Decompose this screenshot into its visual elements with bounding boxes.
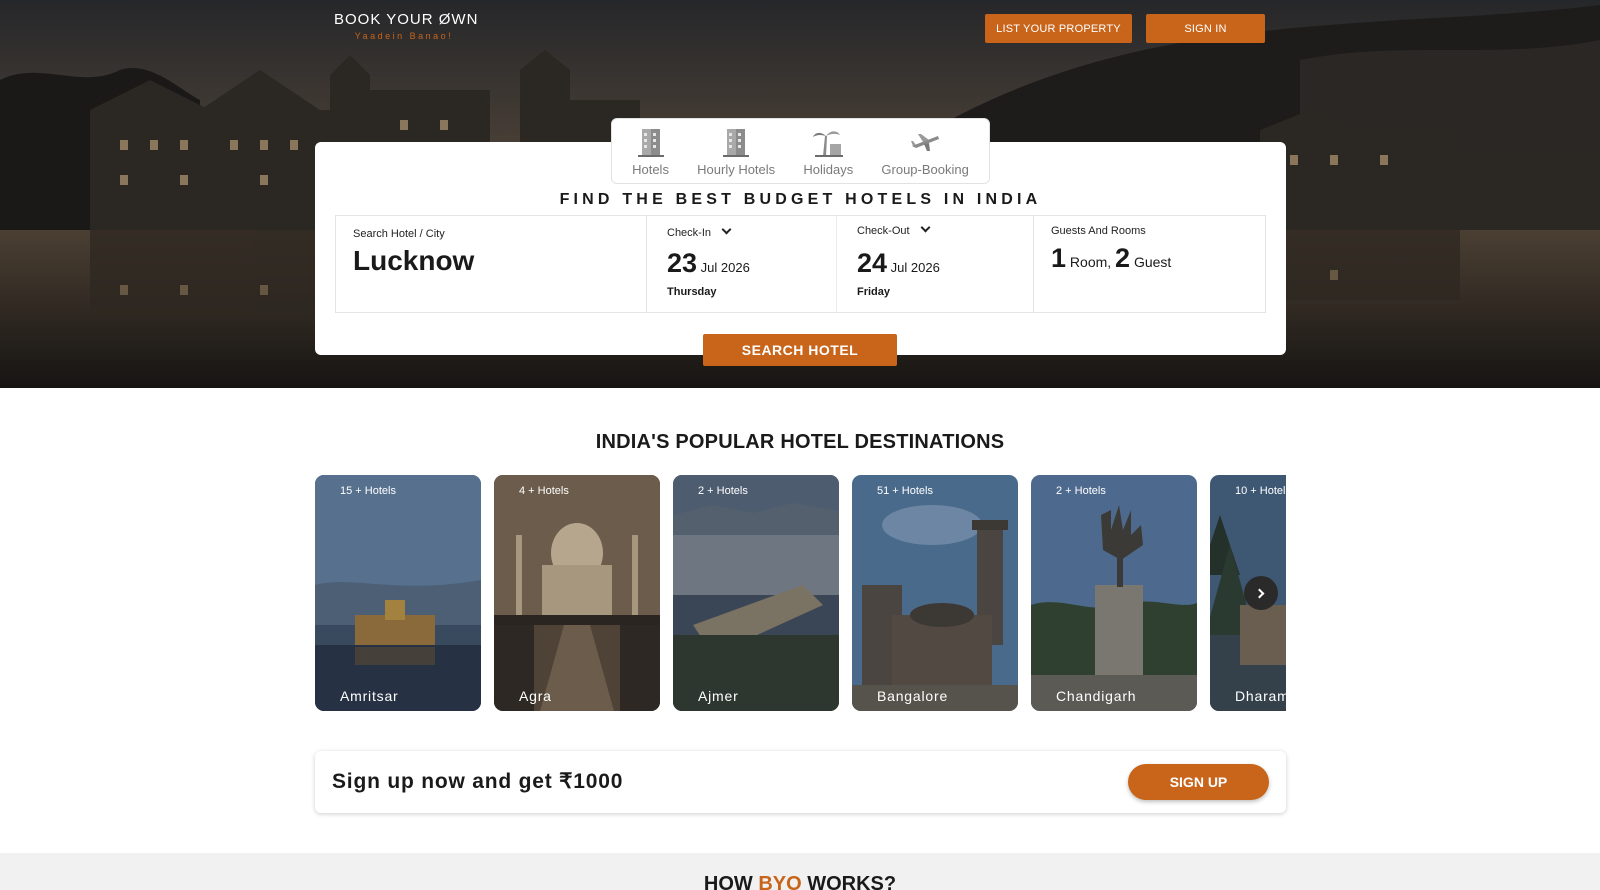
sign-in-button[interactable]: SIGN IN: [1146, 14, 1265, 43]
destination-card-amritsar[interactable]: 15 + Hotels Amritsar: [315, 475, 481, 711]
how-it-works-section: HOW BYO WORKS?: [0, 853, 1600, 890]
destination-count: 4 + Hotels: [519, 485, 569, 497]
tab-hourly-hotels[interactable]: Hourly Hotels: [697, 126, 775, 177]
airplane-icon: [911, 134, 940, 151]
brand-tagline: Yaadein Banao!: [354, 31, 454, 41]
tab-group-booking-label: Group-Booking: [881, 162, 969, 177]
destination-count: 51 + Hotels: [877, 485, 933, 497]
amritsar-image: [315, 475, 481, 711]
chevron-right-icon: [1254, 588, 1265, 598]
signup-banner: Sign up now and get ₹1000 SIGN UP: [315, 751, 1286, 813]
search-heading: FIND THE BEST BUDGET HOTELS IN INDIA: [559, 191, 1042, 208]
checkin-date: 23 Jul 2026: [667, 248, 750, 279]
sign-up-button[interactable]: SIGN UP: [1128, 764, 1269, 800]
ajmer-image: [673, 475, 839, 711]
guests-label: Guests And Rooms: [1051, 225, 1146, 237]
city-input[interactable]: Lucknow: [353, 245, 474, 277]
tab-hotels-label: Hotels: [632, 162, 669, 177]
search-hotel-button[interactable]: SEARCH HOTEL: [703, 334, 897, 366]
chandigarh-image: [1031, 475, 1197, 711]
bangalore-image: [852, 475, 1018, 711]
destination-count: 15 + Hotels: [340, 485, 396, 497]
carousel-next-button[interactable]: [1244, 576, 1278, 610]
how-it-works-heading: HOW BYO WORKS?: [0, 873, 1600, 890]
destination-name: Chandigarh: [1056, 688, 1137, 704]
destinations-carousel: 15 + Hotels Amritsar 4 + Hotels Agra 2 +: [315, 475, 1286, 711]
city-field[interactable]: Search Hotel / City Lucknow: [336, 216, 647, 312]
search-fields: Search Hotel / City Lucknow Check-In 23 …: [335, 215, 1266, 313]
destination-card-ajmer[interactable]: 2 + Hotels Ajmer: [673, 475, 839, 711]
checkout-weekday: Friday: [857, 286, 891, 298]
destination-name: Ajmer: [698, 688, 739, 704]
building-icon: [637, 129, 664, 157]
destination-name: Amritsar: [340, 688, 399, 704]
destination-card-agra[interactable]: 4 + Hotels Agra: [494, 475, 660, 711]
checkout-field[interactable]: Check-Out 24 Jul 2026 Friday: [837, 216, 1034, 312]
checkin-month: Jul 2026: [700, 260, 750, 275]
checkin-weekday: Thursday: [667, 286, 717, 298]
agra-image: [494, 475, 660, 711]
chevron-down-icon: [920, 222, 931, 233]
building-icon: [723, 129, 750, 157]
destination-count: 2 + Hotels: [1056, 485, 1106, 497]
rooms-count: 1: [1051, 243, 1067, 273]
signup-offer-text: Sign up now and get ₹1000: [332, 770, 624, 793]
destination-name: Agra: [519, 688, 552, 704]
checkin-day: 23: [667, 248, 698, 278]
checkin-field[interactable]: Check-In 23 Jul 2026 Thursday: [647, 216, 837, 312]
tab-group-booking[interactable]: Group-Booking: [881, 126, 969, 177]
tab-hourly-hotels-label: Hourly Hotels: [697, 162, 776, 177]
tab-hotels[interactable]: Hotels: [632, 126, 669, 177]
destination-name: Bangalore: [877, 688, 949, 704]
destinations-heading: INDIA'S POPULAR HOTEL DESTINATIONS: [595, 431, 1005, 453]
palm-tree-icon: [813, 131, 844, 157]
destination-card-bangalore[interactable]: 51 + Hotels Bangalore: [852, 475, 1018, 711]
destination-name: Dharamshala: [1235, 688, 1286, 704]
guests-rooms-field[interactable]: Guests And Rooms 1 Room, 2 Guest: [1034, 216, 1265, 312]
chevron-down-icon: [721, 224, 732, 235]
checkout-month: Jul 2026: [890, 260, 940, 275]
guests-text: Guest: [1133, 254, 1172, 270]
destination-card-chandigarh[interactable]: 2 + Hotels Chandigarh: [1031, 475, 1197, 711]
checkout-date: 24 Jul 2026: [857, 248, 940, 279]
rooms-text: Room,: [1069, 254, 1112, 270]
booking-type-tabs: Hotels Hourly Hotels Holidays Group-Book…: [611, 118, 990, 184]
list-property-button[interactable]: LIST YOUR PROPERTY: [985, 14, 1132, 43]
checkout-label: Check-Out: [857, 222, 931, 237]
guests-count: 2: [1115, 243, 1131, 273]
brand-accent-text: BYO: [758, 873, 802, 890]
checkin-label: Check-In: [667, 224, 732, 239]
destination-count: 2 + Hotels: [698, 485, 748, 497]
tab-holidays[interactable]: Holidays: [803, 126, 853, 177]
brand-logo[interactable]: BOOK YOUR ØWN Yaadein Banao!: [334, 11, 479, 41]
brand-name: BOOK YOUR ØWN: [334, 11, 479, 28]
destination-count: 10 + Hotels: [1235, 485, 1286, 497]
guests-rooms-value: 1 Room, 2 Guest: [1051, 243, 1171, 274]
tab-holidays-label: Holidays: [803, 162, 854, 177]
city-label: Search Hotel / City: [353, 228, 445, 240]
checkout-day: 24: [857, 248, 888, 278]
